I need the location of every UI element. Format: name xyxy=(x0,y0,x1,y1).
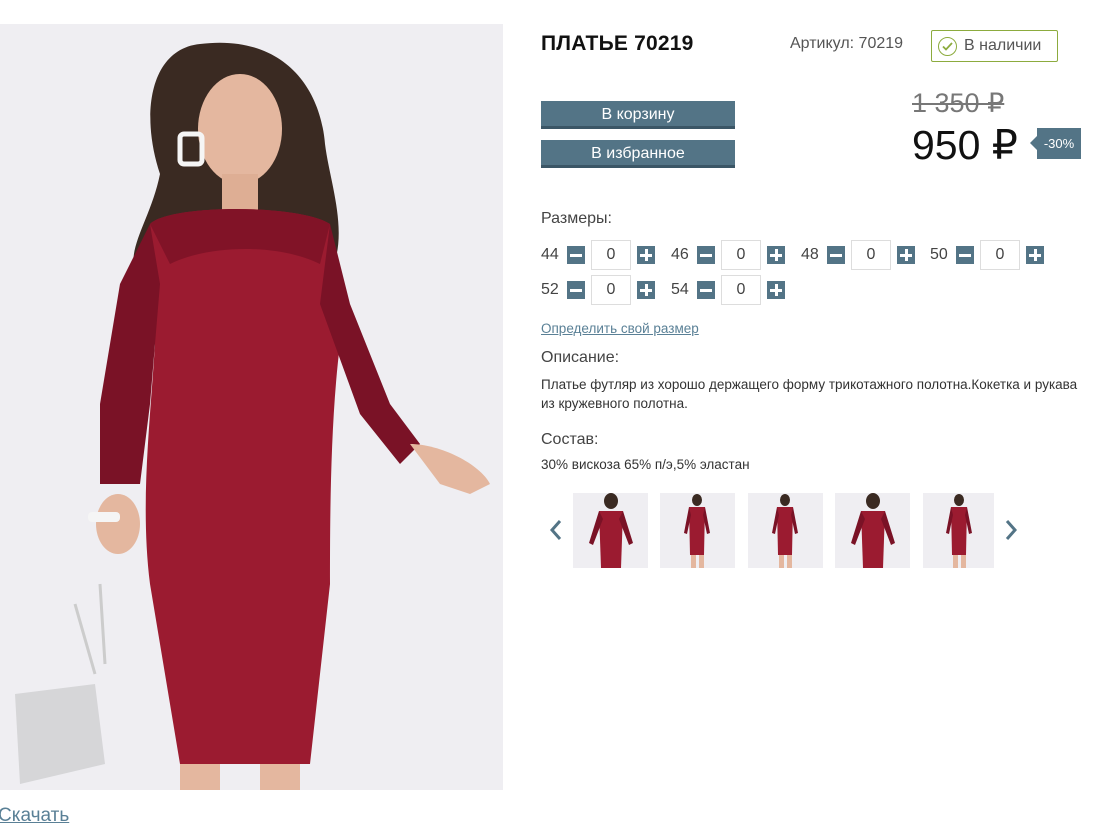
gallery-thumbnail[interactable] xyxy=(660,493,735,568)
chevron-left-icon xyxy=(549,520,562,540)
size-label: 46 xyxy=(671,246,689,263)
discount-badge: -30% xyxy=(1030,128,1081,159)
chevron-right-icon xyxy=(1005,520,1018,540)
size-label: 44 xyxy=(541,246,559,263)
find-size-link[interactable]: Определить свой размер xyxy=(541,321,699,336)
gallery-thumbnail[interactable] xyxy=(748,493,823,568)
gallery-thumbnail[interactable] xyxy=(835,493,910,568)
size-row-44: 44 xyxy=(541,240,655,270)
size-label: 50 xyxy=(930,246,948,263)
gallery-next-button[interactable] xyxy=(1001,518,1021,542)
decrease-button[interactable] xyxy=(827,246,845,264)
size-row-50: 50 xyxy=(930,240,1044,270)
increase-button[interactable] xyxy=(637,281,655,299)
decrease-button[interactable] xyxy=(567,246,585,264)
sizes-label: Размеры: xyxy=(541,210,612,227)
add-to-favorites-button[interactable]: В избранное xyxy=(541,140,735,168)
size-row-52: 52 xyxy=(541,275,655,305)
decrease-button[interactable] xyxy=(697,246,715,264)
size-row-54: 54 xyxy=(671,275,785,305)
quantity-input[interactable] xyxy=(721,275,761,305)
download-link[interactable]: Скачать xyxy=(0,805,69,826)
decrease-button[interactable] xyxy=(697,281,715,299)
increase-button[interactable] xyxy=(637,246,655,264)
decrease-button[interactable] xyxy=(956,246,974,264)
old-price: 1 350 ₽ xyxy=(912,88,1005,118)
check-circle-icon xyxy=(938,36,957,56)
increase-button[interactable] xyxy=(767,281,785,299)
increase-button[interactable] xyxy=(897,246,915,264)
size-label: 48 xyxy=(801,246,819,263)
gallery-prev-button[interactable] xyxy=(546,518,566,542)
quantity-input[interactable] xyxy=(591,275,631,305)
add-to-cart-button[interactable]: В корзину xyxy=(541,101,735,129)
article-value: 70219 xyxy=(858,35,904,52)
article-label: Артикул: xyxy=(790,35,855,52)
quantity-input[interactable] xyxy=(851,240,891,270)
size-label: 54 xyxy=(671,281,689,298)
article-number: Артикул: 70219 xyxy=(790,35,903,53)
gallery-thumbnail[interactable] xyxy=(923,493,994,568)
quantity-input[interactable] xyxy=(721,240,761,270)
current-price: 950 ₽ xyxy=(912,122,1018,168)
increase-button[interactable] xyxy=(767,246,785,264)
size-row-46: 46 xyxy=(671,240,785,270)
composition-text: 30% вискоза 65% п/э,5% эластан xyxy=(541,457,750,472)
size-label: 52 xyxy=(541,281,559,298)
composition-label: Состав: xyxy=(541,431,599,448)
increase-button[interactable] xyxy=(1026,246,1044,264)
description-label: Описание: xyxy=(541,349,620,366)
size-row-48: 48 xyxy=(801,240,915,270)
gallery-thumbnail[interactable] xyxy=(573,493,648,568)
product-title: ПЛАТЬЕ 70219 xyxy=(541,32,694,55)
decrease-button[interactable] xyxy=(567,281,585,299)
description-text: Платье футляр из хорошо держащего форму … xyxy=(541,377,1078,411)
quantity-input[interactable] xyxy=(980,240,1020,270)
stock-status-badge: В наличии xyxy=(931,30,1058,62)
stock-status-label: В наличии xyxy=(964,37,1042,54)
quantity-input[interactable] xyxy=(591,240,631,270)
main-product-photo[interactable] xyxy=(0,24,503,790)
